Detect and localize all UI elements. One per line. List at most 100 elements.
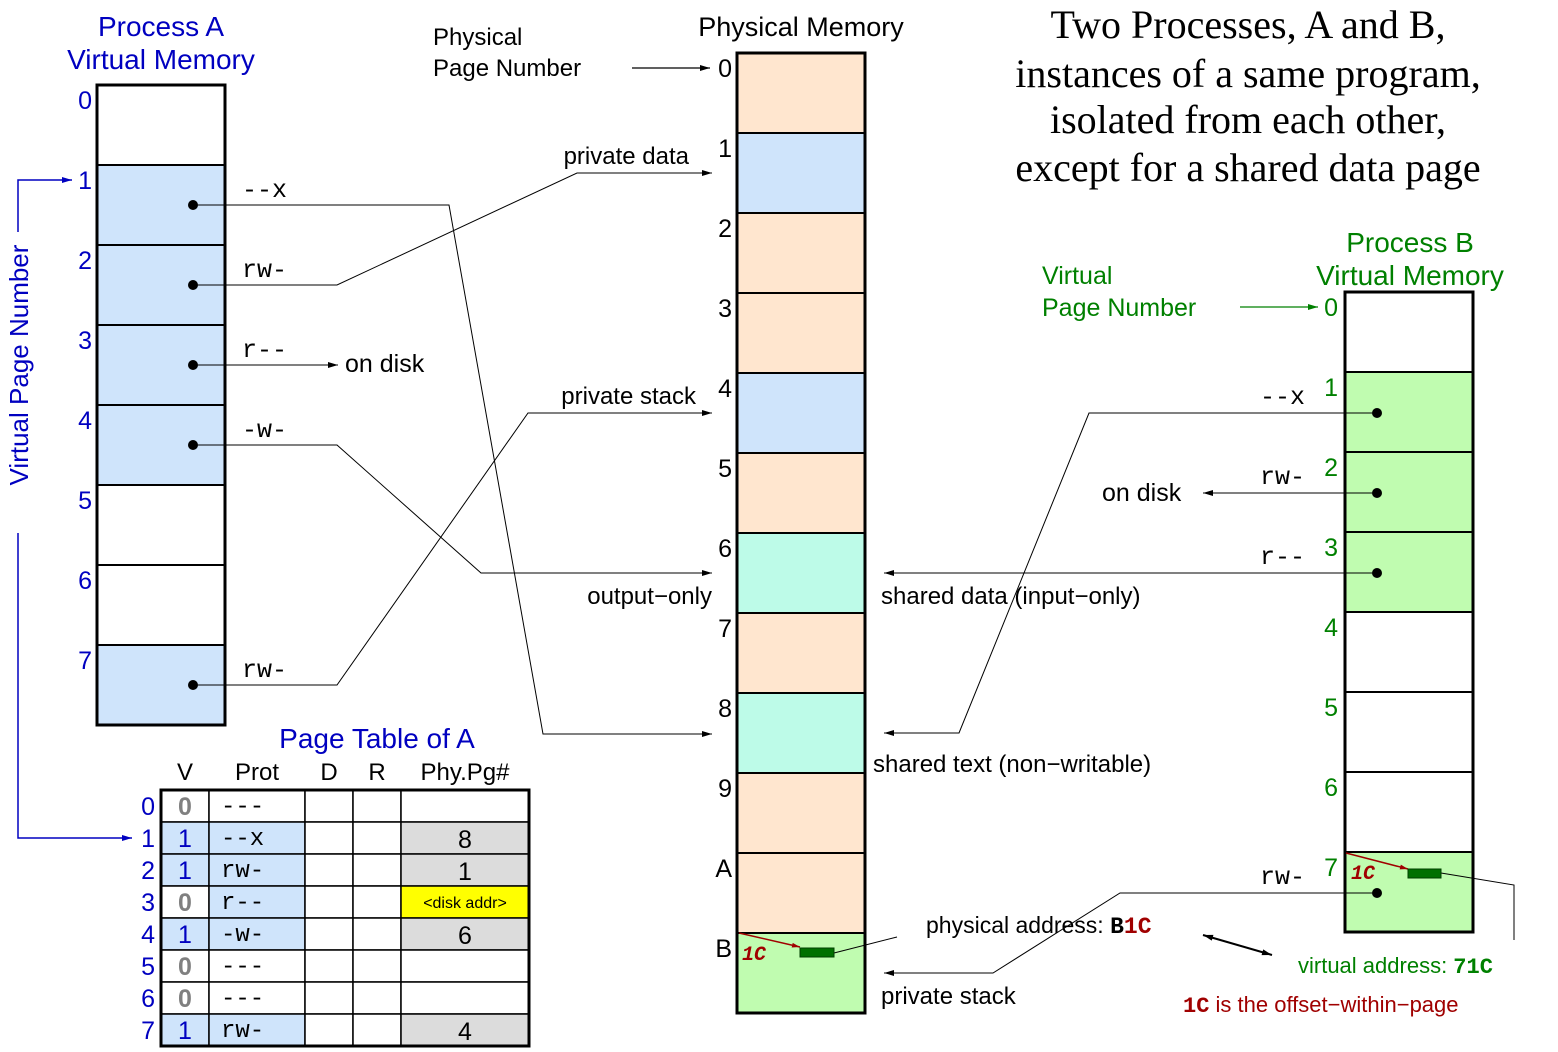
dirty-cell: [304, 885, 354, 919]
virtual-byte-marker: [1407, 868, 1442, 879]
dirty-cell: [304, 981, 354, 1015]
page-table-header: Prot: [235, 759, 279, 786]
virtual-address-value: 71C: [1453, 955, 1493, 980]
process-b-page-4: [1345, 612, 1473, 692]
map-a7-to-p4: [193, 410, 712, 686]
protection-bits: ---: [221, 986, 264, 1013]
process-b-memory: Process B Virtual Memory Virtual Page Nu…: [1042, 227, 1504, 934]
process-b-page-1: [1345, 372, 1473, 452]
page-table-row: 1 1 --x 8: [141, 821, 530, 855]
page-table-row-index: 5: [141, 953, 155, 981]
protection-bits: --x: [221, 826, 264, 853]
process-b-page-5: [1345, 692, 1473, 772]
page-table-row: 2 1 rw- 1: [141, 853, 530, 887]
physical-page-number: B: [715, 935, 732, 963]
physical-address-page: B: [1110, 914, 1124, 940]
process-a-prot-label: rw-: [242, 656, 287, 685]
process-a-page-number: 2: [78, 247, 92, 275]
physical-page-number: 3: [718, 295, 732, 323]
page-pointer-dot: [1372, 568, 1382, 578]
physical-page-number: 1: [718, 135, 732, 163]
physical-page-number: 0: [718, 55, 732, 83]
referenced-cell: [352, 981, 402, 1015]
physical-page-number: 6: [718, 535, 732, 563]
page-table-row: 6 0 ---: [141, 981, 530, 1015]
page-table-row-index: 2: [141, 857, 155, 885]
process-a-axis-label: Virtual Page Number: [4, 244, 34, 485]
phys-page-cell: [400, 949, 530, 983]
virt-offset-label: 1C: [1351, 863, 1376, 886]
physical-memory-title: Physical Memory: [698, 12, 904, 42]
protection-bits: rw-: [221, 858, 264, 885]
process-a-on-disk: on disk: [345, 350, 425, 378]
process-b-page-3: [1345, 532, 1473, 612]
physical-page-number: A: [715, 855, 732, 883]
physical-address-offset: 1C: [1124, 914, 1152, 940]
page-pointer-dot: [1372, 888, 1382, 898]
disk-address: <disk addr>: [423, 895, 507, 912]
physical-page-number: 7: [718, 615, 732, 643]
page-table-row-index: 3: [141, 889, 155, 917]
physical-page-number-value: 8: [458, 826, 472, 854]
physical-page-6: [737, 533, 865, 613]
physical-page-4: [737, 373, 865, 453]
physical-byte-marker: [799, 947, 835, 958]
process-b-page-number: 7: [1324, 854, 1338, 882]
phys-offset-label: 1C: [742, 944, 767, 967]
process-b-page-number: 3: [1324, 534, 1338, 562]
process-b-page-number: 4: [1324, 614, 1338, 642]
process-a-page-number: 4: [78, 407, 92, 435]
label-private-data: private data: [564, 143, 690, 170]
page-table-title: Page Table of A: [279, 723, 475, 754]
process-a-page-number: 0: [78, 87, 92, 115]
physical-address: physical address: B1C: [926, 912, 1152, 940]
process-b-title-1: Process B: [1346, 227, 1474, 258]
process-b-axis-label-1: Virtual: [1042, 262, 1112, 290]
valid-bit: 1: [178, 1017, 192, 1045]
phys-page-cell: [400, 981, 530, 1015]
physical-page-number: 2: [718, 215, 732, 243]
dirty-cell: [304, 821, 354, 855]
virtual-address: virtual address: 71C: [1298, 953, 1493, 980]
process-a-prot-label: -w-: [242, 416, 287, 445]
physical-page-1: [737, 133, 865, 213]
address-correspondence-arrow: [1202, 934, 1273, 956]
page-table-row-index: 7: [141, 1017, 155, 1045]
process-b-prot-label: r--: [1260, 543, 1305, 572]
process-b-page-number: 2: [1324, 454, 1338, 482]
protection-bits: ---: [221, 954, 264, 981]
page-table-row-index: 1: [141, 825, 155, 853]
process-b-page-number: 1: [1324, 374, 1338, 402]
dirty-cell: [304, 1013, 354, 1047]
process-a-prot-label: r--: [242, 336, 287, 365]
process-a-page-number: 1: [78, 167, 92, 195]
process-a-prot-label: rw-: [242, 256, 287, 285]
virtual-address-label: virtual address:: [1298, 953, 1453, 978]
process-a-page-5: [97, 485, 225, 565]
title-line-2: instances of a same program,: [1015, 51, 1480, 96]
physical-address-label: physical address:: [926, 912, 1110, 938]
process-a-page-6: [97, 565, 225, 645]
physical-axis-label-2: Page Number: [433, 55, 581, 82]
protection-bits: rw-: [221, 1018, 264, 1045]
valid-bit: 1: [178, 921, 192, 949]
process-b-title-2: Virtual Memory: [1316, 260, 1504, 291]
protection-bits: -w-: [221, 922, 264, 949]
dirty-cell: [304, 853, 354, 887]
physical-page-number-value: 6: [458, 922, 472, 950]
process-b-page-number: 0: [1324, 294, 1338, 322]
referenced-cell: [352, 789, 402, 823]
physical-page-number: 5: [718, 455, 732, 483]
valid-bit: 1: [178, 857, 192, 885]
physical-page-5: [737, 453, 865, 533]
physical-page-7: [737, 613, 865, 693]
page-pointer-dot: [1372, 408, 1382, 418]
dirty-cell: [304, 789, 354, 823]
diagram-title: Two Processes, A and B, instances of a s…: [1015, 2, 1480, 190]
valid-bit: 0: [178, 889, 192, 917]
page-table-row: 3 0 r-- <disk addr>: [141, 885, 530, 919]
process-b-page-0: [1345, 292, 1473, 372]
page-table-row-index: 4: [141, 921, 155, 949]
phys-page-cell: [400, 789, 530, 823]
page-table-row-index: 6: [141, 985, 155, 1013]
